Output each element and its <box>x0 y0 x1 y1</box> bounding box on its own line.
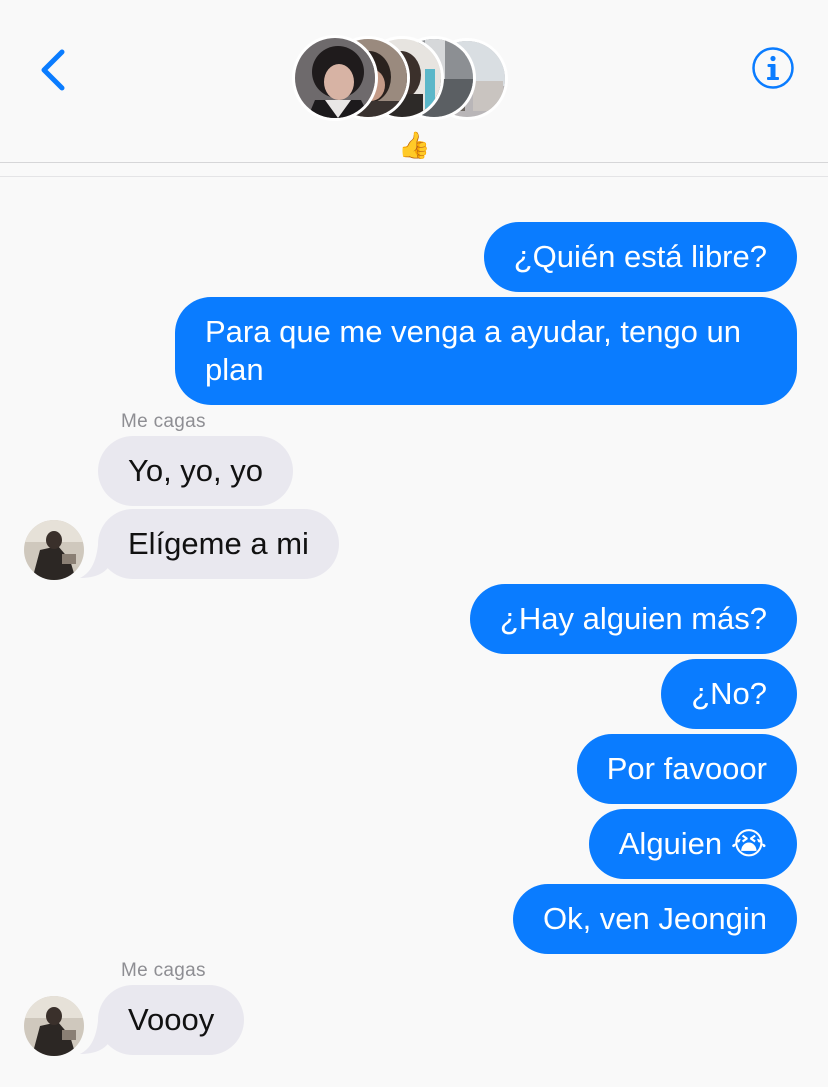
avatar <box>292 35 378 121</box>
incoming-message[interactable]: Elígeme a mi <box>98 509 339 579</box>
incoming-message[interactable]: Voooy <box>98 985 245 1055</box>
outgoing-message[interactable]: ¿No? <box>661 659 797 729</box>
outgoing-message[interactable]: ¿Hay alguien más? <box>469 584 797 654</box>
sender-name: Me cagas <box>121 960 206 981</box>
sender-avatar[interactable] <box>24 996 84 1056</box>
outgoing-message[interactable]: Ok, ven Jeongin <box>512 884 797 954</box>
outgoing-message[interactable]: ¿Quién está libre? <box>483 222 797 292</box>
chevron-left-icon <box>41 49 65 91</box>
divider <box>0 176 828 177</box>
info-circle-icon <box>752 47 794 89</box>
back-button[interactable] <box>36 44 76 92</box>
info-button[interactable] <box>751 46 795 90</box>
sender-name: Me cagas <box>121 411 206 432</box>
outgoing-message[interactable]: Por favooor <box>576 734 797 804</box>
outgoing-message[interactable]: Para que me venga a ayudar, tengo un pla… <box>175 297 797 405</box>
group-reaction-emoji: 👍 <box>398 130 431 160</box>
sender-avatar[interactable] <box>24 520 84 580</box>
outgoing-message[interactable]: Alguien 😭 <box>588 809 797 879</box>
incoming-message[interactable]: Yo, yo, yo <box>98 436 294 506</box>
conversation-header: 👍 <box>0 0 828 163</box>
group-avatars[interactable] <box>290 35 520 124</box>
